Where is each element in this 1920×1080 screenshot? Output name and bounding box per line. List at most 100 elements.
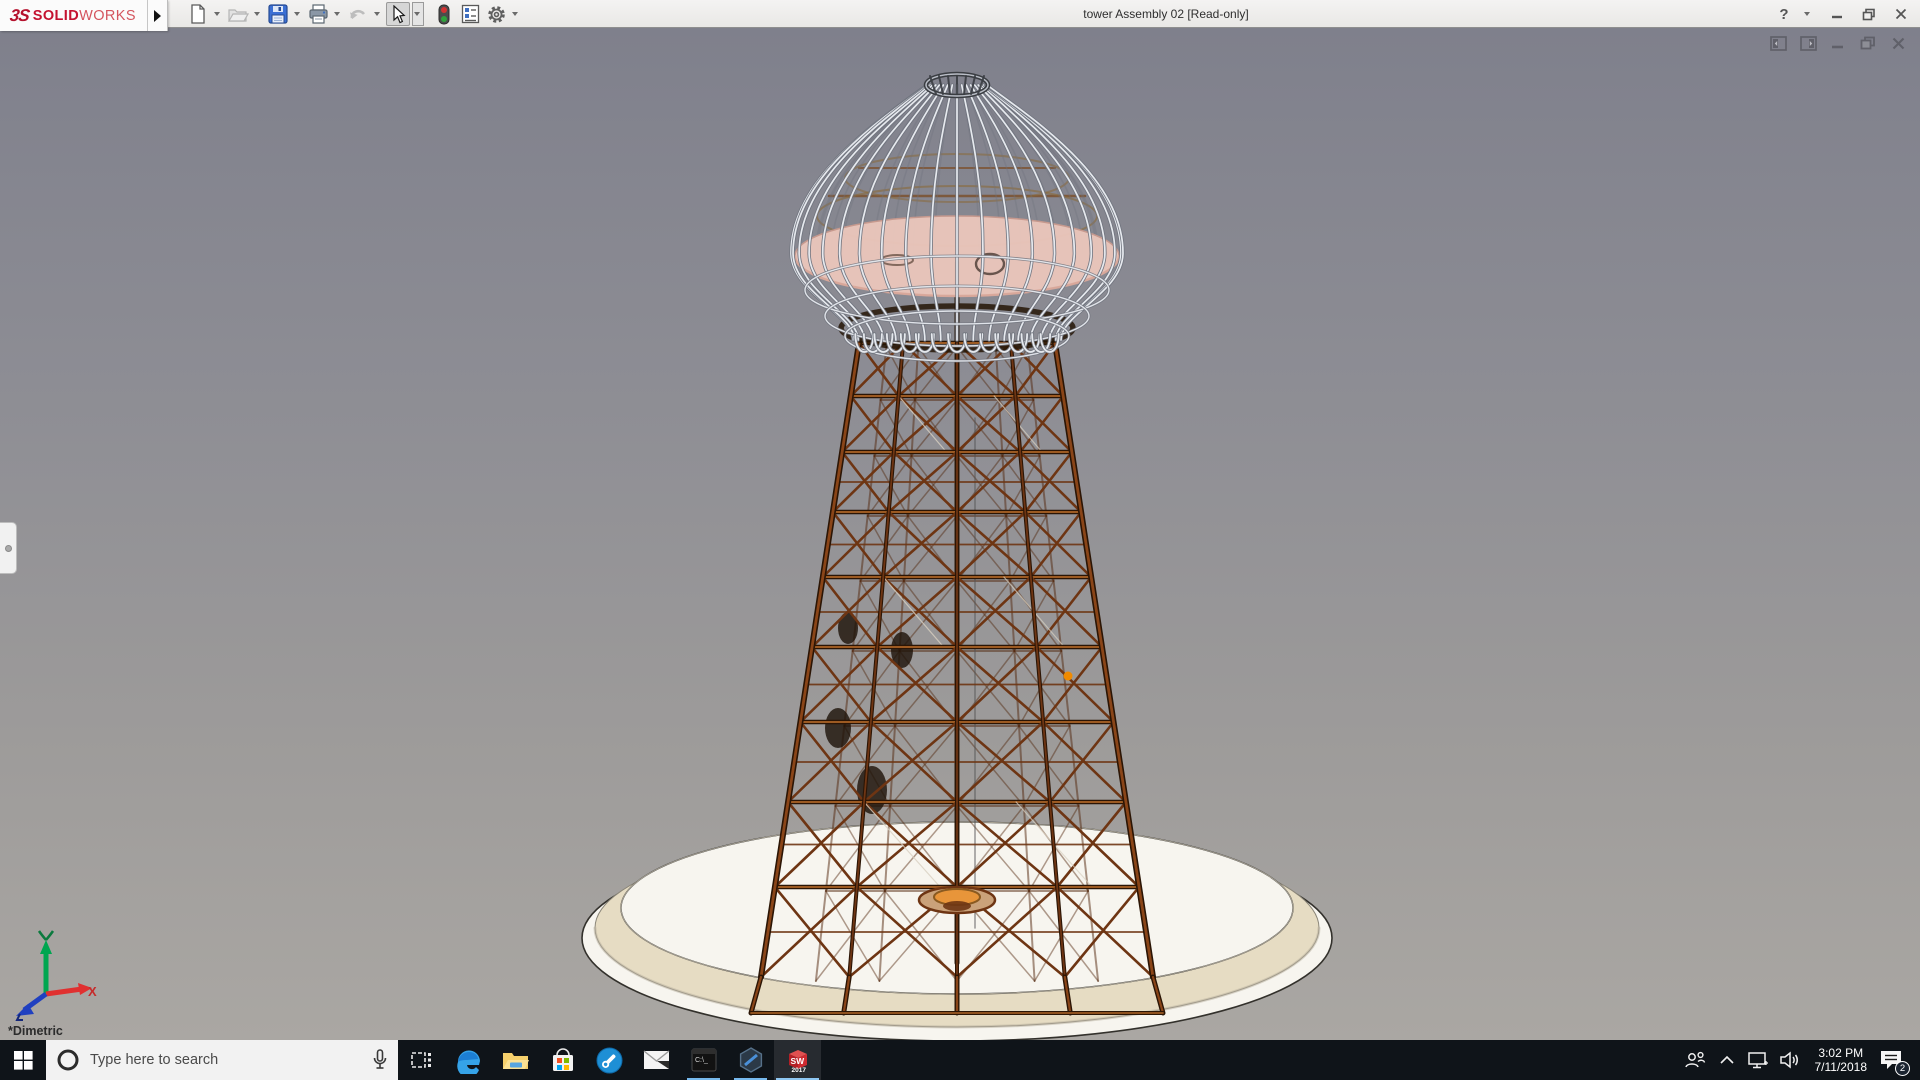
rebuild-traffic-light-icon bbox=[438, 4, 450, 25]
save-floppy-icon bbox=[268, 4, 288, 24]
tower-assembly-model[interactable] bbox=[0, 28, 1920, 1040]
support-assist-button[interactable] bbox=[586, 1040, 633, 1080]
solidworks-taskbar-button[interactable]: SW 2017 bbox=[774, 1040, 821, 1080]
store-icon bbox=[551, 1047, 575, 1073]
quick-access-toolbar bbox=[186, 0, 522, 28]
command-prompt-button[interactable]: C:\_ bbox=[680, 1040, 727, 1080]
save-button[interactable] bbox=[266, 2, 290, 26]
close-icon bbox=[1892, 37, 1905, 50]
pane-left-icon bbox=[1770, 36, 1787, 51]
options-button[interactable] bbox=[484, 2, 508, 26]
document-window-controls bbox=[1768, 34, 1908, 52]
window-controls: ? bbox=[1771, 0, 1914, 28]
notification-badge: 2 bbox=[1895, 1061, 1910, 1076]
cortana-icon bbox=[56, 1048, 80, 1072]
search-input[interactable] bbox=[90, 1052, 362, 1068]
help-button[interactable]: ? bbox=[1771, 3, 1797, 25]
chevron-down-icon bbox=[294, 12, 300, 16]
open-button[interactable] bbox=[226, 2, 250, 26]
print-icon bbox=[308, 4, 329, 24]
pane-right-icon bbox=[1800, 36, 1817, 51]
chevron-down-icon bbox=[374, 12, 380, 16]
command-prompt-icon: C:\_ bbox=[691, 1048, 717, 1072]
mail-button[interactable] bbox=[633, 1040, 680, 1080]
select-button[interactable] bbox=[386, 2, 410, 26]
support-wrench-icon bbox=[596, 1047, 623, 1074]
print-dropdown[interactable] bbox=[332, 2, 344, 26]
handle-dot-icon bbox=[5, 545, 12, 552]
rebuild-button[interactable] bbox=[432, 2, 456, 26]
file-properties-button[interactable] bbox=[458, 2, 482, 26]
graphics-area[interactable]: X *Dimetric bbox=[0, 28, 1920, 1040]
windows-taskbar: C:\_ SW 2017 3:02 PM bbox=[0, 1040, 1920, 1080]
restore-icon bbox=[1862, 8, 1876, 21]
doc-close-button[interactable] bbox=[1888, 34, 1908, 52]
task-view-icon bbox=[411, 1050, 433, 1070]
solidworks-logo: 3S SOLIDWORKS bbox=[0, 0, 148, 31]
gear-icon bbox=[486, 4, 507, 25]
minimize-icon bbox=[1831, 8, 1843, 20]
restore-icon bbox=[1860, 36, 1876, 50]
new-document-button[interactable] bbox=[186, 2, 210, 26]
cad-utility-button[interactable] bbox=[727, 1040, 774, 1080]
undo-dropdown[interactable] bbox=[372, 2, 384, 26]
microphone-icon[interactable] bbox=[372, 1049, 388, 1071]
undo-arrow-icon bbox=[347, 5, 369, 23]
doc-restore-button[interactable] bbox=[1858, 34, 1878, 52]
close-button[interactable] bbox=[1888, 3, 1914, 25]
svg-text:C:\_: C:\_ bbox=[695, 1057, 708, 1064]
help-dropdown-icon[interactable] bbox=[1804, 12, 1810, 16]
store-button[interactable] bbox=[539, 1040, 586, 1080]
doc-minimize-button[interactable] bbox=[1828, 34, 1848, 52]
solidworks-app-icon: SW 2017 bbox=[783, 1045, 813, 1075]
window-title: tower Assembly 02 [Read-only] bbox=[1083, 0, 1248, 28]
system-tray: 3:02 PM 7/11/2018 2 bbox=[1683, 1040, 1920, 1080]
task-view-button[interactable] bbox=[398, 1040, 445, 1080]
orientation-triad: X bbox=[8, 930, 98, 1022]
dassault-logo-icon: 3S bbox=[9, 6, 31, 26]
feature-manager-flyout-handle[interactable] bbox=[0, 522, 17, 574]
file-explorer-button[interactable] bbox=[492, 1040, 539, 1080]
chevron-up-icon bbox=[1720, 1055, 1734, 1065]
taskbar-clock[interactable]: 3:02 PM 7/11/2018 bbox=[1811, 1046, 1872, 1074]
title-bar: 3S SOLIDWORKS tower Assembl bbox=[0, 0, 1920, 28]
undo-button[interactable] bbox=[346, 2, 370, 26]
open-dropdown[interactable] bbox=[252, 2, 264, 26]
x-axis-label: X bbox=[88, 984, 97, 999]
svg-text:2017: 2017 bbox=[791, 1067, 806, 1074]
network-button[interactable] bbox=[1747, 1040, 1771, 1080]
file-properties-icon bbox=[461, 4, 480, 24]
new-document-dropdown[interactable] bbox=[212, 2, 224, 26]
tray-overflow-button[interactable] bbox=[1715, 1040, 1739, 1080]
taskbar-search[interactable] bbox=[46, 1040, 398, 1080]
clock-date: 7/11/2018 bbox=[1815, 1060, 1868, 1074]
restore-button[interactable] bbox=[1856, 3, 1882, 25]
right-arrow-icon bbox=[154, 10, 161, 22]
solidworks-wordmark: SOLIDWORKS bbox=[33, 8, 136, 24]
action-center-button[interactable]: 2 bbox=[1879, 1040, 1903, 1080]
edge-button[interactable] bbox=[445, 1040, 492, 1080]
menu-expand-button[interactable] bbox=[148, 0, 168, 31]
minimize-button[interactable] bbox=[1824, 3, 1850, 25]
save-dropdown[interactable] bbox=[292, 2, 304, 26]
new-document-icon bbox=[189, 4, 207, 24]
select-dropdown[interactable] bbox=[412, 2, 424, 26]
network-icon bbox=[1748, 1051, 1770, 1069]
start-button[interactable] bbox=[0, 1040, 46, 1080]
svg-text:SW: SW bbox=[790, 1056, 805, 1066]
collapse-pane-right-button[interactable] bbox=[1798, 34, 1818, 52]
hexagon-app-icon bbox=[737, 1046, 765, 1074]
people-button[interactable] bbox=[1683, 1040, 1707, 1080]
mail-icon bbox=[643, 1050, 670, 1070]
open-folder-icon bbox=[227, 5, 249, 23]
chevron-down-icon bbox=[254, 12, 260, 16]
triad-axes bbox=[16, 931, 92, 1020]
chevron-down-icon bbox=[414, 12, 420, 16]
taskbar-apps: C:\_ SW 2017 bbox=[398, 1040, 821, 1080]
volume-button[interactable] bbox=[1779, 1040, 1803, 1080]
options-dropdown[interactable] bbox=[510, 2, 522, 26]
print-button[interactable] bbox=[306, 2, 330, 26]
close-icon bbox=[1895, 8, 1907, 20]
people-icon bbox=[1684, 1051, 1706, 1069]
collapse-pane-left-button[interactable] bbox=[1768, 34, 1788, 52]
